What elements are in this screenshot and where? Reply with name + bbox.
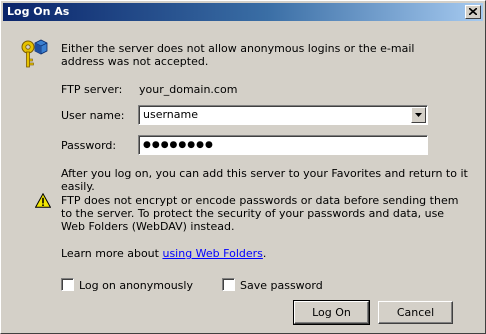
- password-input[interactable]: ●●●●●●●●: [143, 138, 214, 152]
- ftp-server-value: your_domain.com: [139, 83, 238, 96]
- after-logon-message: After you log on, you can add this serve…: [61, 167, 468, 193]
- user-name-combobox[interactable]: username: [138, 105, 428, 125]
- close-icon: [469, 8, 477, 15]
- learn-more-prefix: Learn more about: [61, 247, 163, 260]
- user-name-input[interactable]: username: [143, 108, 198, 122]
- learn-more-line: Learn more about using Web Folders.: [61, 247, 266, 260]
- user-name-label: User name:: [61, 109, 125, 122]
- cancel-button[interactable]: Cancel: [378, 301, 453, 324]
- warning-icon: [34, 192, 52, 211]
- close-button[interactable]: [465, 5, 481, 19]
- title-bar[interactable]: Log On As: [3, 3, 483, 21]
- security-warning-message: FTP does not encrypt or encode passwords…: [61, 194, 459, 233]
- password-label: Password:: [61, 139, 117, 152]
- log-on-anonymously-label[interactable]: Log on anonymously: [79, 279, 193, 292]
- intro-message: Either the server does not allow anonymo…: [61, 42, 415, 68]
- user-name-dropdown-button[interactable]: [411, 107, 426, 123]
- save-password-label[interactable]: Save password: [240, 279, 323, 292]
- save-password-checkbox[interactable]: [222, 278, 235, 291]
- web-folders-link[interactable]: using Web Folders: [162, 247, 262, 260]
- log-on-anonymously-checkbox[interactable]: [61, 278, 74, 291]
- chevron-down-icon: [415, 113, 422, 117]
- password-field[interactable]: ●●●●●●●●: [138, 135, 428, 155]
- window-title: Log On As: [7, 5, 70, 18]
- log-on-button[interactable]: Log On: [293, 300, 370, 325]
- key-icon: [19, 39, 49, 74]
- ftp-server-label: FTP server:: [61, 83, 123, 96]
- learn-more-suffix: .: [262, 247, 267, 260]
- log-on-as-dialog: Log On As Either the server does not all…: [0, 0, 486, 334]
